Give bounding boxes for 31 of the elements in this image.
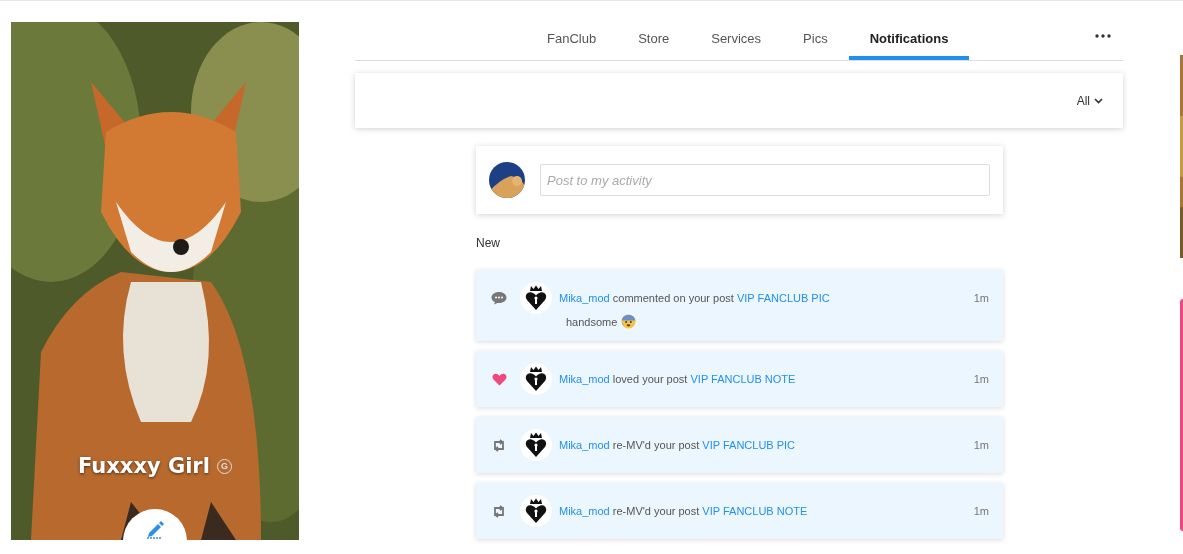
heart-icon xyxy=(491,372,507,386)
section-heading: New xyxy=(476,236,501,250)
avatar xyxy=(520,429,552,461)
avatar xyxy=(520,495,552,527)
post-input[interactable]: Post to my activity xyxy=(540,164,990,196)
pencil-icon xyxy=(145,519,165,539)
time-label: 1m xyxy=(973,438,989,453)
avatar xyxy=(520,282,552,314)
time-label: 1m xyxy=(973,291,989,306)
profile-name: Fuxxxy Girl xyxy=(78,454,210,478)
avatar xyxy=(520,363,552,395)
fearful-face-icon xyxy=(621,314,637,329)
nav-tab[interactable]: Services xyxy=(690,30,783,60)
speech-bubble-icon xyxy=(491,291,507,305)
nav-tab[interactable]: Notifications xyxy=(848,30,970,60)
filter-dropdown[interactable]: All xyxy=(1070,92,1109,109)
avatar xyxy=(489,162,525,198)
repost-icon xyxy=(492,438,506,452)
comment-text: handsome xyxy=(566,315,618,328)
nav-tab[interactable]: Store xyxy=(617,30,691,60)
nav-tab[interactable]: Pics xyxy=(782,30,849,60)
nav-tab[interactable]: FanClub xyxy=(526,30,618,60)
time-label: 1m xyxy=(973,372,989,387)
repost-icon xyxy=(492,504,506,518)
chevron-down-icon xyxy=(1094,97,1103,104)
more-icon[interactable] xyxy=(1095,34,1111,38)
time-label: 1m xyxy=(973,504,989,519)
action-text: commented on your post xyxy=(612,292,734,304)
action-text: re-MV'd your post xyxy=(612,439,700,451)
action-text: loved your post xyxy=(612,373,688,385)
action-text: re-MV'd your post xyxy=(612,505,700,517)
